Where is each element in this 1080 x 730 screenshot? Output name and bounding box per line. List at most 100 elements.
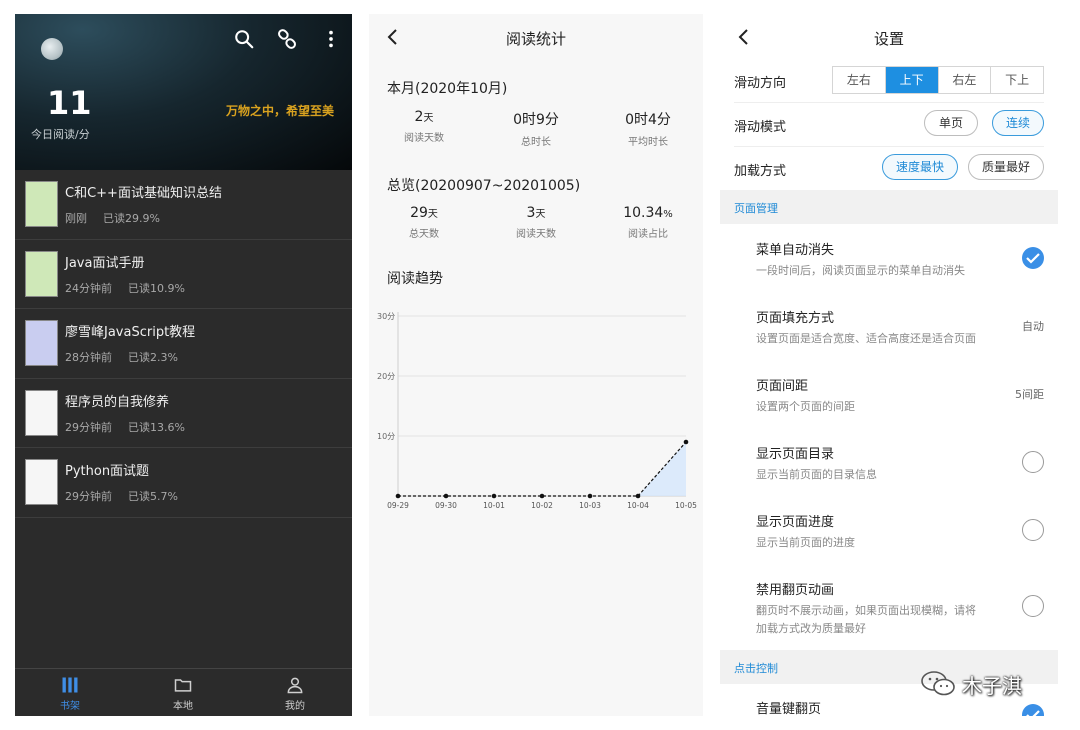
bookshelf-screen: 11 今日阅读/分 万物之中，希望至美 C和C++面试基础知识总结 刚刚 已读2… [15,14,352,716]
month-read-days: 2天 阅读天数 [379,109,469,144]
stat-label: 平均时长 [628,137,668,148]
page-fill-value[interactable]: 自动 [1022,318,1044,334]
divider [734,102,1044,103]
book-title: Java面试手册 [65,255,145,271]
book-cover [25,320,58,366]
book-last-read: 29分钟前 [65,420,112,434]
direction-option-tb[interactable]: 上下 [885,67,939,93]
setting-title: 音量键翻页 [756,702,822,716]
month-section-title: 本月(2020年10月) [387,81,508,97]
overview-total-days: 29天 总天数 [379,205,469,240]
book-cover [25,389,58,436]
y-tick-label: 10分 [377,432,395,441]
divider [734,146,1044,147]
y-tick-label: 30分 [377,312,395,321]
setting-desc: 设置页面是适合宽度、适合高度还是适合页面 [756,332,976,345]
wechat-logo-icon [921,671,955,696]
x-tick-label: 09-29 [387,501,409,510]
disable-page-anim-toggle[interactable] [1022,595,1044,617]
stat-label: 阅读天数 [404,133,444,144]
book-title: Python面试题 [65,464,150,479]
book-cover [25,250,58,297]
check-icon [1026,710,1040,716]
book-item[interactable]: 程序员的自我修养 29分钟前 已读13.6% [15,379,352,448]
x-tick-label: 10-01 [483,501,505,510]
book-item[interactable]: Java面试手册 24分钟前 已读10.9% [15,240,352,309]
load-fastest-button[interactable]: 速度最快 [882,154,958,180]
reading-stats-screen: 阅读统计 本月(2020年10月) 2天 阅读天数 0时9分 总时长 0时4分 … [369,14,703,716]
more-vertical-icon[interactable] [320,28,342,50]
bottom-nav: 书架 本地 我的 [15,668,352,716]
book-title: 程序员的自我修养 [65,394,170,410]
book-progress: 已读29.9% [103,212,160,225]
stat-label: 总天数 [409,229,439,240]
book-progress: 已读13.6% [128,420,185,434]
link-icon[interactable] [276,28,298,50]
nav-local[interactable]: 本地 [143,675,223,712]
overview-section-title: 总览(20200907~20201005) [387,178,581,194]
book-title: 廖雪峰JavaScript教程 [65,325,196,340]
direction-option-bt[interactable]: 下上 [991,67,1043,93]
stat-label: 总时长 [521,137,551,148]
y-tick-label: 20分 [377,372,395,381]
load-best-quality-button[interactable]: 质量最好 [968,154,1044,180]
stat-value: 10.34 [623,205,664,221]
x-tick-label: 09-30 [435,501,457,510]
book-progress: 已读10.9% [128,281,185,295]
slogan-text: 万物之中，希望至美 [225,104,334,118]
mode-continuous-button[interactable]: 连续 [992,110,1044,136]
data-point [587,493,593,499]
top-bar: 阅读统计 [369,14,703,62]
setting-desc: 显示当前页面的目录信息 [756,468,877,481]
data-point [635,493,641,499]
bookshelf-header: 11 今日阅读/分 万物之中，希望至美 [15,14,352,170]
nav-bookshelf[interactable]: 书架 [30,675,110,712]
setting-title: 菜单自动消失 [756,243,835,258]
today-reading-minutes: 11 [47,84,92,122]
direction-option-rl[interactable]: 右左 [939,67,992,93]
bookshelf-icon [62,677,78,693]
page-spacing-value[interactable]: 5间距 [1015,386,1044,402]
nav-mine[interactable]: 我的 [255,675,335,712]
today-reading-label: 今日阅读/分 [31,128,90,141]
book-item[interactable]: 廖雪峰JavaScript教程 28分钟前 已读2.3% [15,309,352,379]
direction-option-lr[interactable]: 左右 [833,67,886,93]
reading-trend-chart: 10分 20分 30分 09-29 09-30 10-01 10-02 10-03 10-04 1… [377,312,697,510]
setting-desc-line1: 翻页时不展示动画，如果页面出现模糊，请将 [756,604,976,617]
setting-title: 显示页面进度 [756,515,835,530]
trend-section-title: 阅读趋势 [387,271,443,287]
mode-single-page-button[interactable]: 单页 [924,110,978,136]
stat-unit: % [663,209,673,220]
nav-label: 本地 [173,701,193,712]
data-point [491,493,497,499]
volume-key-turn-toggle[interactable] [1022,704,1044,716]
book-item[interactable]: C和C++面试基础知识总结 刚刚 已读29.9% [15,170,352,240]
data-point [539,493,545,499]
setting-desc: 显示当前页面的进度 [756,536,855,549]
settings-screen: 设置 滑动方向 左右 上下 右左 下上 滑动模式 单页 连续 加载方式 速度最快… [720,14,1058,716]
nav-label: 书架 [60,701,80,712]
book-progress: 已读2.3% [128,351,178,364]
book-cover [25,181,58,227]
book-cover [25,459,58,505]
book-list: C和C++面试基础知识总结 刚刚 已读29.9% Java面试手册 24分钟前 … [15,170,352,518]
x-tick-label: 10-02 [531,501,553,510]
show-progress-toggle[interactable] [1022,519,1044,541]
scroll-mode-label: 滑动模式 [734,120,787,135]
book-last-read: 刚刚 [65,212,87,225]
stat-unit: 天 [535,209,546,220]
x-tick-label: 10-04 [627,501,649,510]
data-point [395,493,401,499]
stat-value: 0时4分 [625,112,671,128]
book-item[interactable]: Python面试题 29分钟前 已读5.7% [15,448,352,518]
month-total-duration: 0时9分 总时长 [491,109,581,148]
group-title: 页面管理 [734,202,778,215]
stat-value: 29 [410,205,428,221]
show-toc-toggle[interactable] [1022,451,1044,473]
data-point [443,493,449,499]
auto-hide-menu-toggle[interactable] [1022,247,1044,269]
load-mode-label: 加载方式 [734,164,787,179]
check-icon [1026,253,1040,264]
search-icon[interactable] [233,28,255,50]
folder-icon [174,679,192,692]
